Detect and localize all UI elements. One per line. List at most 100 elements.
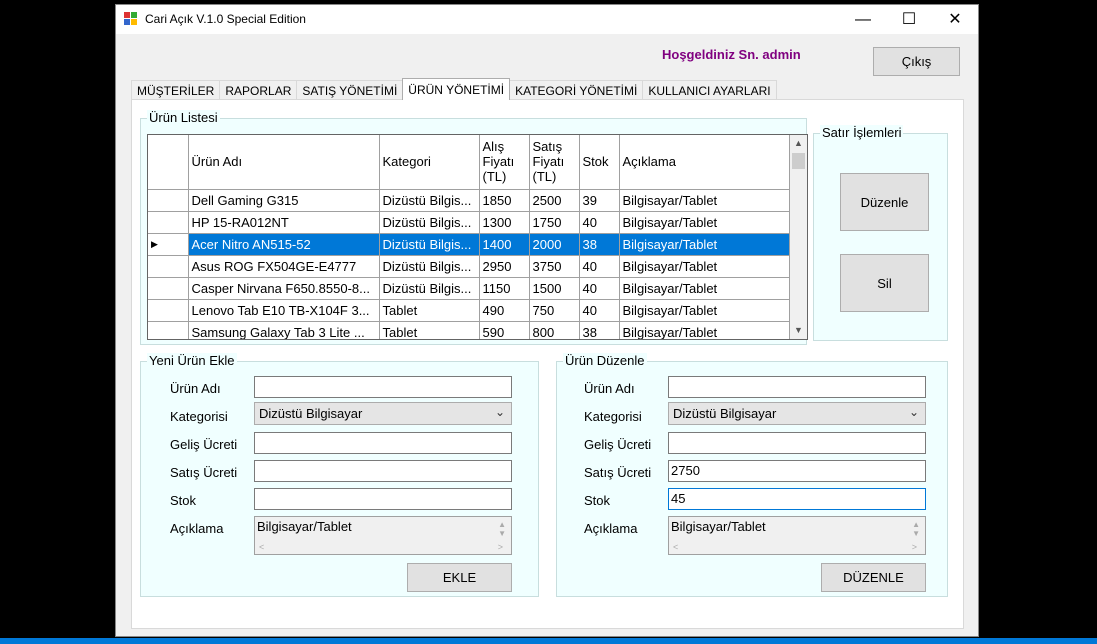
cell-stock[interactable]: 40 [579,211,620,234]
cell-buy-price[interactable]: 1150 [479,277,530,300]
cell-category[interactable]: Dizüstü Bilgis... [379,189,480,212]
delete-row-button[interactable]: Sil [840,254,929,312]
cell-category[interactable]: Dizüstü Bilgis... [379,211,480,234]
tab-user-settings[interactable]: KULLANICI AYARLARI [642,80,777,100]
maximize-button[interactable]: ☐ [886,5,932,34]
cell-buy-price[interactable]: 2950 [479,255,530,278]
new-category-value: Dizüstü Bilgisayar [259,406,363,421]
cell-sell-price[interactable]: 800 [529,321,580,339]
cell-category[interactable]: Tablet [379,321,480,339]
cell-sell-price[interactable]: 750 [529,299,580,322]
column-header-sell-price[interactable]: Satış Fiyatı (TL) [529,135,580,190]
table-row[interactable]: Dell Gaming G315 Dizüstü Bilgis... 1850 … [148,189,790,212]
cell-stock[interactable]: 40 [579,277,620,300]
vertical-scroll-arrows-icon[interactable]: ▲ ▼ [912,520,920,538]
exit-button[interactable]: Çıkış [873,47,960,76]
row-header[interactable] [148,277,189,300]
grid-vertical-scrollbar[interactable]: ▲ ▼ [790,135,807,339]
tab-products[interactable]: ÜRÜN YÖNETİMİ [402,78,511,100]
update-product-button[interactable]: DÜZENLE [821,563,926,592]
cell-buy-price[interactable]: 1400 [479,233,530,256]
scroll-down-arrow-icon[interactable]: ▼ [790,322,807,339]
table-row[interactable]: Lenovo Tab E10 TB-X104F 3... Tablet 490 … [148,299,790,322]
chevron-down-icon[interactable]: ⌄ [495,405,505,419]
edit-stock-input[interactable]: 45 [668,488,926,510]
add-product-button[interactable]: EKLE [407,563,512,592]
edit-description-textarea[interactable]: Bilgisayar/Tablet ▲ ▼ < > [668,516,926,555]
chevron-down-icon[interactable]: ⌄ [909,405,919,419]
cell-category[interactable]: Dizüstü Bilgis... [379,255,480,278]
column-header-name[interactable]: Ürün Adı [188,135,380,190]
cell-buy-price[interactable]: 590 [479,321,530,339]
cell-name[interactable]: Acer Nitro AN515-52 [188,233,380,256]
vertical-scroll-arrows-icon[interactable]: ▲ ▼ [498,520,506,538]
cell-description[interactable]: Bilgisayar/Tablet [619,233,790,256]
cell-category[interactable]: Tablet [379,299,480,322]
scroll-up-arrow-icon[interactable]: ▲ [790,135,807,152]
cell-sell-price[interactable]: 2500 [529,189,580,212]
new-name-input[interactable] [254,376,512,398]
edit-sell-price-input[interactable]: 2750 [668,460,926,482]
table-row[interactable]: Samsung Galaxy Tab 3 Lite ... Tablet 590… [148,321,790,339]
cell-description[interactable]: Bilgisayar/Tablet [619,321,790,339]
table-row[interactable]: HP 15-RA012NT Dizüstü Bilgis... 1300 175… [148,211,790,234]
cell-buy-price[interactable]: 1300 [479,211,530,234]
cell-description[interactable]: Bilgisayar/Tablet [619,211,790,234]
cell-stock[interactable]: 40 [579,255,620,278]
cell-category[interactable]: Dizüstü Bilgis... [379,233,480,256]
row-header[interactable] [148,211,189,234]
column-header-description[interactable]: Açıklama [619,135,790,190]
row-header[interactable] [148,189,189,212]
tab-reports[interactable]: RAPORLAR [219,80,298,100]
table-row[interactable]: Asus ROG FX504GE-E4777 Dizüstü Bilgis...… [148,255,790,278]
product-grid[interactable]: Ürün Adı Kategori Alış Fiyatı (TL) Satış… [147,134,808,340]
row-header[interactable] [148,255,189,278]
minimize-button[interactable]: — [840,5,886,34]
cell-name[interactable]: Dell Gaming G315 [188,189,380,212]
row-header[interactable] [148,321,189,339]
scroll-thumb[interactable] [792,153,805,169]
cell-category[interactable]: Dizüstü Bilgis... [379,277,480,300]
cell-stock[interactable]: 38 [579,321,620,339]
cell-buy-price[interactable]: 490 [479,299,530,322]
tab-categories[interactable]: KATEGORİ YÖNETİMİ [509,80,644,100]
cell-sell-price[interactable]: 3750 [529,255,580,278]
cell-buy-price[interactable]: 1850 [479,189,530,212]
cell-sell-price[interactable]: 1500 [529,277,580,300]
new-description-textarea[interactable]: Bilgisayar/Tablet ▲ ▼ < > [254,516,512,555]
edit-name-input[interactable] [668,376,926,398]
new-sell-price-input[interactable] [254,460,512,482]
horizontal-scroll-arrows-icon[interactable]: < > [673,542,917,552]
cell-sell-price[interactable]: 1750 [529,211,580,234]
row-pointer-icon[interactable]: ▶ [148,233,189,256]
cell-description[interactable]: Bilgisayar/Tablet [619,299,790,322]
table-row-selected[interactable]: ▶ Acer Nitro AN515-52 Dizüstü Bilgis... … [148,233,790,256]
cell-name[interactable]: HP 15-RA012NT [188,211,380,234]
new-stock-input[interactable] [254,488,512,510]
edit-buy-price-input[interactable] [668,432,926,454]
column-header-stock[interactable]: Stok [579,135,620,190]
cell-stock[interactable]: 39 [579,189,620,212]
cell-stock[interactable]: 38 [579,233,620,256]
cell-name[interactable]: Casper Nirvana F650.8550-8... [188,277,380,300]
tab-customers[interactable]: MÜŞTERİLER [131,80,221,100]
tab-sales[interactable]: SATIŞ YÖNETİMİ [296,80,404,100]
cell-name[interactable]: Asus ROG FX504GE-E4777 [188,255,380,278]
new-buy-price-input[interactable] [254,432,512,454]
cell-description[interactable]: Bilgisayar/Tablet [619,189,790,212]
row-header[interactable] [148,299,189,322]
cell-description[interactable]: Bilgisayar/Tablet [619,277,790,300]
horizontal-scroll-arrows-icon[interactable]: < > [259,542,503,552]
table-row[interactable]: Casper Nirvana F650.8550-8... Dizüstü Bi… [148,277,790,300]
cell-name[interactable]: Samsung Galaxy Tab 3 Lite ... [188,321,380,339]
column-header-category[interactable]: Kategori [379,135,480,190]
edit-category-select[interactable]: Dizüstü Bilgisayar ⌄ [668,402,926,425]
close-button[interactable]: ✕ [932,5,978,34]
column-header-buy-price[interactable]: Alış Fiyatı (TL) [479,135,530,190]
cell-sell-price[interactable]: 2000 [529,233,580,256]
new-category-select[interactable]: Dizüstü Bilgisayar ⌄ [254,402,512,425]
edit-row-button[interactable]: Düzenle [840,173,929,231]
cell-description[interactable]: Bilgisayar/Tablet [619,255,790,278]
cell-name[interactable]: Lenovo Tab E10 TB-X104F 3... [188,299,380,322]
cell-stock[interactable]: 40 [579,299,620,322]
